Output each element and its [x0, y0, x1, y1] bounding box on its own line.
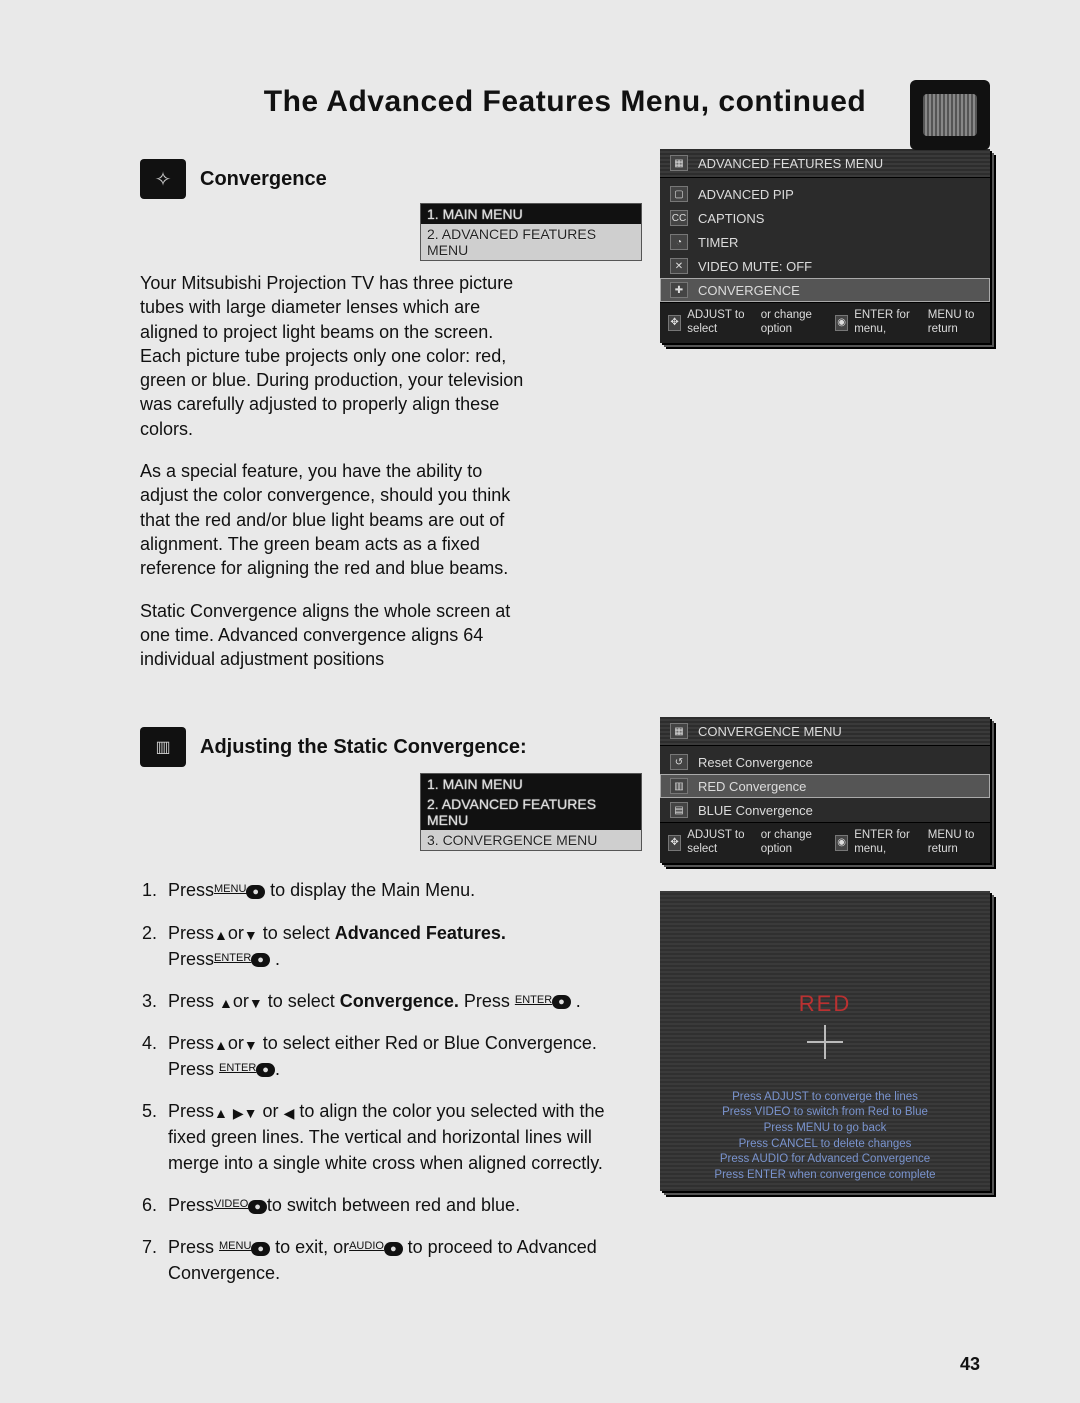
enter-icon: ◉ [835, 315, 848, 331]
down-arrow-icon: ▼ [244, 1035, 258, 1055]
left-arrow-icon: ◀ [284, 1103, 295, 1123]
remote-button-icon: ● [248, 1200, 267, 1214]
breadcrumb-item: 2. ADVANCED FEATURES MENU [421, 794, 641, 830]
breadcrumb: 1. MAIN MENU 2. ADVANCED FEATURES MENU [420, 203, 642, 261]
breadcrumb-item: 3. CONVERGENCE MENU [421, 830, 641, 850]
breadcrumb-item: 1. MAIN MENU [421, 204, 641, 224]
reset-icon: ↺ [670, 754, 688, 770]
static-convergence-icon: ▥ [140, 727, 186, 767]
blue-icon: ▤ [670, 802, 688, 818]
osd-item: ↺Reset Convergence [660, 750, 990, 774]
adjust-icon: ✥ [668, 315, 681, 331]
list-item: PressMENU● to display the Main Menu. [162, 877, 642, 903]
timer-icon: ◔ [670, 234, 688, 250]
down-arrow-icon: ▼ [249, 993, 263, 1013]
osd-item: CCCAPTIONS [660, 206, 990, 230]
list-item: Press▲or▼ to select Advanced Features. P… [162, 920, 642, 972]
page-corner-tv-icon [910, 80, 990, 150]
menu-icon: ▦ [670, 155, 688, 171]
tv-screenshot-red-convergence: RED Press ADJUST to converge the lines P… [660, 891, 990, 1191]
up-arrow-icon: ▲ [214, 925, 228, 945]
pip-icon: ▢ [670, 186, 688, 202]
up-arrow-icon: ▲ [214, 1103, 228, 1123]
remote-button-icon: ● [256, 1063, 275, 1077]
osd-footer: ✥ADJUST to selector change option ◉ENTER… [660, 822, 990, 863]
red-icon: ▥ [670, 778, 688, 794]
tv-screenshot-convergence-menu: ▦ CONVERGENCE MENU ↺Reset Convergence ▥RE… [660, 717, 990, 863]
cc-icon: CC [670, 210, 688, 226]
right-arrow-icon: ▶ [233, 1103, 244, 1123]
list-item: PressVIDEO●to switch between red and blu… [162, 1192, 642, 1218]
osd-item-selected: ✚CONVERGENCE [660, 278, 990, 302]
section-heading: Adjusting the Static Convergence: [200, 736, 527, 759]
remote-button-icon: ● [251, 953, 270, 967]
page-title: The Advanced Features Menu, continued [140, 85, 990, 119]
adjust-icon: ✥ [668, 835, 681, 851]
breadcrumb-item: 2. ADVANCED FEATURES MENU [421, 224, 641, 260]
list-item: Press ▲or▼ to select Convergence. Press … [162, 988, 642, 1014]
remote-button-icon: ● [552, 995, 571, 1009]
breadcrumb: 1. MAIN MENU 2. ADVANCED FEATURES MENU 3… [420, 773, 642, 851]
osd-item: ▢ADVANCED PIP [660, 182, 990, 206]
down-arrow-icon: ▼ [244, 925, 258, 945]
list-item: Press▲ ▶▼ or ◀ to align the color you se… [162, 1098, 642, 1176]
red-screen-help-text: Press ADJUST to converge the lines Press… [674, 1090, 976, 1183]
red-screen-title: RED [660, 991, 990, 1017]
body-paragraph: Static Convergence aligns the whole scre… [140, 599, 530, 672]
osd-header: ADVANCED FEATURES MENU [698, 156, 883, 171]
instruction-list: PressMENU● to display the Main Menu. Pre… [140, 877, 642, 1286]
convergence-icon: ✚ [670, 282, 688, 298]
osd-item: ✕VIDEO MUTE: OFF [660, 254, 990, 278]
remote-button-icon: ● [246, 885, 265, 899]
section-heading: Convergence [200, 168, 327, 191]
mute-icon: ✕ [670, 258, 688, 274]
body-paragraph: As a special feature, you have the abili… [140, 459, 530, 580]
convergence-icon: ✧ [140, 159, 186, 199]
remote-button-icon: ● [251, 1242, 270, 1256]
remote-button-icon: ● [384, 1242, 403, 1256]
osd-item: ◔TIMER [660, 230, 990, 254]
menu-icon: ▦ [670, 723, 688, 739]
osd-item-selected: ▥RED Convergence [660, 774, 990, 798]
down-arrow-icon: ▼ [244, 1103, 258, 1123]
enter-icon: ◉ [835, 835, 848, 851]
page-number: 43 [960, 1354, 980, 1375]
up-arrow-icon: ▲ [219, 993, 233, 1013]
body-paragraph: Your Mitsubishi Projection TV has three … [140, 271, 530, 441]
list-item: Press▲or▼ to select either Red or Blue C… [162, 1030, 642, 1082]
osd-footer: ✥ADJUST to selector change option ◉ENTER… [660, 302, 990, 343]
breadcrumb-item: 1. MAIN MENU [421, 774, 641, 794]
osd-header: CONVERGENCE MENU [698, 724, 842, 739]
up-arrow-icon: ▲ [214, 1035, 228, 1055]
list-item: Press MENU● to exit, orAUDIO● to proceed… [162, 1234, 642, 1286]
osd-item: ▤BLUE Convergence [660, 798, 990, 822]
tv-screenshot-advanced-features: ▦ ADVANCED FEATURES MENU ▢ADVANCED PIP CC… [660, 149, 990, 343]
